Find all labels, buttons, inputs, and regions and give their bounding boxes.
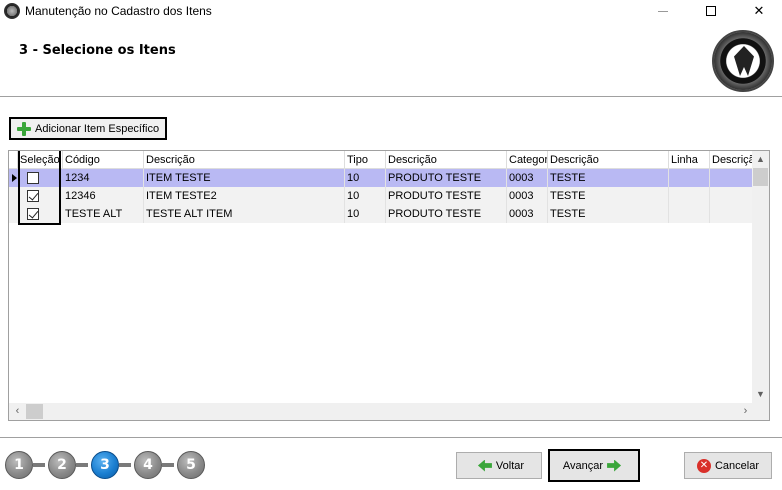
back-button-label: Voltar [495,459,525,472]
cell-descricao-tipo: PRODUTO TESTE [386,205,507,223]
column-header-linha[interactable]: Linha [669,151,710,169]
app-icon [4,3,20,19]
back-button[interactable]: Voltar [456,452,542,479]
grid-header: Seleção Código Descrição Tipo Descrição … [9,151,754,169]
add-specific-item-button[interactable]: Adicionar Item Específico [9,117,167,140]
cell-tipo: 10 [345,187,386,205]
next-button[interactable]: Avançar [548,449,640,482]
minimize-button[interactable] [640,0,686,22]
column-header-descricao-tipo[interactable]: Descrição [386,151,507,169]
plus-icon [17,121,31,136]
cell-descricao-linha [710,205,754,223]
vertical-scroll-thumb[interactable] [753,168,768,186]
company-logo [712,30,774,92]
step-connector [119,463,131,467]
cell-descricao: ITEM TESTE2 [144,187,345,205]
cell-categoria: 0003 [507,169,548,187]
cell-descricao-categoria: TESTE [548,205,669,223]
wizard-footer: 1 2 3 4 5 Voltar Avançar ✕ Cancelar [0,437,782,490]
cell-descricao: ITEM TESTE [144,169,345,187]
step-connector [162,463,174,467]
column-header-tipo[interactable]: Tipo [345,151,386,169]
step-connector [33,463,45,467]
wizard-header: 3 - Selecione os Itens [0,22,782,97]
horizontal-scrollbar[interactable]: ‹ › [9,403,754,420]
cell-tipo: 10 [345,205,386,223]
cell-linha [669,205,710,223]
wizard-step-4: 4 [134,451,162,479]
column-header-descricao-linha[interactable]: Descriçã [710,151,754,169]
next-button-label: Avançar [562,459,604,472]
column-header-selecao[interactable]: Seleção [18,151,63,169]
horizontal-scroll-thumb[interactable] [26,404,43,419]
maximize-icon [706,6,716,16]
row-select-checkbox[interactable] [27,190,39,202]
cell-descricao-tipo: PRODUTO TESTE [386,169,507,187]
page-title: 3 - Selecione os Itens [19,43,176,58]
arrow-left-icon [477,459,492,472]
items-grid[interactable]: Seleção Código Descrição Tipo Descrição … [8,150,770,421]
cell-linha [669,169,710,187]
column-header-categoria[interactable]: Categor [507,151,548,169]
row-select-checkbox[interactable] [27,172,39,184]
table-row[interactable]: 1234 ITEM TESTE 10 PRODUTO TESTE 0003 TE… [9,169,754,187]
close-icon: ✕ [753,3,765,18]
main-content: Adicionar Item Específico Seleção Código… [0,98,782,438]
table-row[interactable]: 12346 ITEM TESTE2 10 PRODUTO TESTE 0003 … [9,187,754,205]
column-header-descricao-categoria[interactable]: Descrição [548,151,669,169]
cell-tipo: 10 [345,169,386,187]
wizard-step-2: 2 [48,451,76,479]
vertical-scrollbar[interactable]: ▲ ▼ [752,151,769,403]
cell-codigo: 12346 [63,187,144,205]
title-bar: Manutenção no Cadastro dos Itens ✕ [0,0,782,22]
current-row-indicator-icon [12,174,17,182]
cancel-button[interactable]: ✕ Cancelar [684,452,772,479]
minimize-icon [658,10,668,12]
cell-codigo: TESTE ALT [63,205,144,223]
maximize-button[interactable] [688,0,734,22]
wizard-step-5: 5 [177,451,205,479]
cell-descricao-categoria: TESTE [548,187,669,205]
window-title: Manutenção no Cadastro dos Itens [25,4,212,18]
wizard-step-3: 3 [91,451,119,479]
cancel-button-label: Cancelar [714,459,760,472]
scroll-up-icon[interactable]: ▲ [752,151,769,168]
step-connector [76,463,88,467]
cell-codigo: 1234 [63,169,144,187]
wizard-window: Manutenção no Cadastro dos Itens ✕ 3 - S… [0,0,782,490]
cell-descricao-linha [710,187,754,205]
grid-indicator-header [9,151,18,169]
scroll-left-icon[interactable]: ‹ [9,403,26,420]
table-row[interactable]: TESTE ALT TESTE ALT ITEM 10 PRODUTO TEST… [9,205,754,223]
close-button[interactable]: ✕ [736,0,782,22]
cell-descricao-categoria: TESTE [548,169,669,187]
scroll-down-icon[interactable]: ▼ [752,386,769,403]
cell-descricao-tipo: PRODUTO TESTE [386,187,507,205]
add-specific-item-label: Adicionar Item Específico [35,122,160,135]
logo-mark-icon [734,46,754,76]
cell-categoria: 0003 [507,187,548,205]
column-header-codigo[interactable]: Código [63,151,144,169]
column-header-descricao[interactable]: Descrição [144,151,345,169]
wizard-steps: 1 2 3 4 5 [5,451,215,479]
row-select-checkbox[interactable] [27,208,39,220]
cell-descricao: TESTE ALT ITEM [144,205,345,223]
arrow-right-icon [607,459,622,472]
cell-linha [669,187,710,205]
cancel-icon: ✕ [696,458,711,473]
scrollbar-corner [752,403,769,420]
wizard-step-1: 1 [5,451,33,479]
cell-descricao-linha [710,169,754,187]
cell-categoria: 0003 [507,205,548,223]
